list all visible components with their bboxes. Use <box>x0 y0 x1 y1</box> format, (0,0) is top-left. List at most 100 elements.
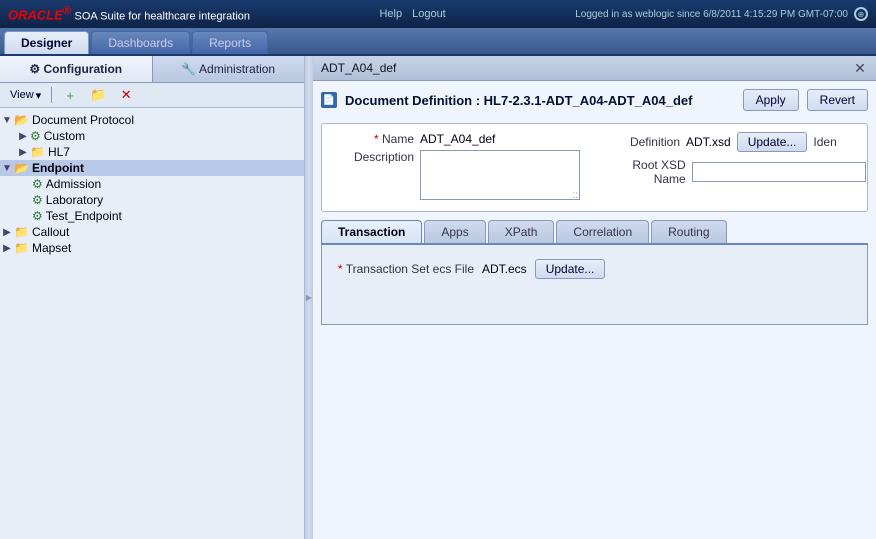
tree-label-endpoint: Endpoint <box>32 161 84 175</box>
folder-button[interactable]: 📁 <box>86 86 110 104</box>
left-splitter[interactable] <box>305 56 313 539</box>
expander-hl7[interactable]: ▶ <box>16 145 30 159</box>
folder-icon-hl7: 📁 <box>30 145 45 159</box>
config-icon: ⚙ <box>29 62 40 76</box>
view-label: View <box>10 89 34 101</box>
definition-row: Definition ADT.xsd Update... Iden <box>600 132 866 152</box>
doc-panel-title: ADT_A04_def <box>321 61 396 75</box>
admin-icon: 🔧 <box>181 62 196 76</box>
def-icon: 📄 <box>321 92 337 108</box>
topbar-right: Logged in as weblogic since 6/8/2011 4:1… <box>575 7 868 21</box>
root-xsd-row: Root XSD Name <box>600 158 866 186</box>
expander-callout[interactable]: ▶ <box>0 225 14 239</box>
tree-item-test-endpoint[interactable]: ⚙ Test_Endpoint <box>0 208 304 224</box>
tab-routing[interactable]: Routing <box>651 220 726 243</box>
toolbar-separator-1 <box>51 87 52 103</box>
right-panel: ADT_A04_def ✕ 📄 Document Definition : HL… <box>313 56 876 539</box>
transaction-set-value: ADT.ecs <box>482 262 527 276</box>
tree-label-hl7: HL7 <box>48 145 70 159</box>
description-label: Description <box>334 150 414 164</box>
tree-label-admission: Admission <box>46 177 101 191</box>
add-icon: + <box>62 87 78 103</box>
help-link[interactable]: Help <box>379 8 402 20</box>
name-label: Name <box>334 132 414 146</box>
tree-item-mapset[interactable]: ▶ 📁 Mapset <box>0 240 304 256</box>
tree-label-doc-protocol: Document Protocol <box>32 113 134 127</box>
gear-icon-laboratory: ⚙ <box>32 193 43 207</box>
close-button[interactable]: ✕ <box>852 60 868 76</box>
tree-label-laboratory: Laboratory <box>46 193 103 207</box>
def-header: 📄 Document Definition : HL7-2.3.1-ADT_A0… <box>321 89 868 111</box>
transaction-update-button[interactable]: Update... <box>535 259 606 279</box>
left-form-col: Name ADT_A04_def Description :: <box>334 132 580 203</box>
folder-icon-mapset: 📁 <box>14 241 29 255</box>
tab-reports[interactable]: Reports <box>192 31 268 54</box>
def-title: Document Definition : HL7-2.3.1-ADT_A04-… <box>345 93 735 108</box>
delete-button[interactable]: ✕ <box>114 86 138 104</box>
view-chevron-icon: ▾ <box>36 89 42 102</box>
tree-toolbar: View ▾ + 📁 ✕ <box>0 83 304 108</box>
main-area: ⚙ Configuration 🔧 Administration View ▾ … <box>0 56 876 539</box>
transaction-set-label: Transaction Set ecs File <box>334 262 474 276</box>
tab-content-area: Transaction Set ecs File ADT.ecs Update.… <box>321 245 868 325</box>
globe-icon: ⊕ <box>854 7 868 21</box>
tree-item-hl7[interactable]: ▶ 📁 HL7 <box>0 144 304 160</box>
gear-icon-test-endpoint: ⚙ <box>32 209 43 223</box>
tree-label-test-endpoint: Test_Endpoint <box>46 209 122 223</box>
app-subtitle: SOA Suite for healthcare integration <box>75 11 251 23</box>
expander-custom[interactable]: ▶ <box>16 129 30 143</box>
definition-update-button[interactable]: Update... <box>737 132 808 152</box>
name-row: Name ADT_A04_def <box>334 132 580 146</box>
apply-button[interactable]: Apply <box>743 89 799 111</box>
view-dropdown[interactable]: View ▾ <box>6 88 45 103</box>
tab-dashboards[interactable]: Dashboards <box>91 31 190 54</box>
tree-item-callout[interactable]: ▶ 📁 Callout <box>0 224 304 240</box>
topbar: ORACLE® SOA Suite for healthcare integra… <box>0 0 876 28</box>
gear-icon-admission: ⚙ <box>32 177 43 191</box>
definition-value: ADT.xsd <box>686 135 731 149</box>
expander-mapset[interactable]: ▶ <box>0 241 14 255</box>
name-value: ADT_A04_def <box>420 132 495 146</box>
revert-button[interactable]: Revert <box>807 89 868 111</box>
tree-item-endpoint[interactable]: ▼ 📂 Endpoint <box>0 160 304 176</box>
topbar-links: Help Logout <box>379 8 445 20</box>
nav-tabs: Designer Dashboards Reports <box>0 28 876 56</box>
transaction-row: Transaction Set ecs File ADT.ecs Update.… <box>334 259 855 279</box>
expander-endpoint[interactable]: ▼ <box>0 161 14 175</box>
tab-xpath[interactable]: XPath <box>488 220 555 243</box>
tree-label-mapset: Mapset <box>32 241 71 255</box>
root-xsd-label: Root XSD Name <box>600 158 686 186</box>
tree-item-custom[interactable]: ▶ ⚙ Custom <box>0 128 304 144</box>
folder-icon-endpoint: 📂 <box>14 161 29 175</box>
form-section: Name ADT_A04_def Description :: <box>321 123 868 212</box>
tab-apps[interactable]: Apps <box>424 220 485 243</box>
logout-link[interactable]: Logout <box>412 8 446 20</box>
tab-correlation[interactable]: Correlation <box>556 220 649 243</box>
tab-designer[interactable]: Designer <box>4 31 89 54</box>
root-xsd-input[interactable] <box>692 162 866 182</box>
gear-icon-custom: ⚙ <box>30 129 41 143</box>
expander-doc-protocol[interactable]: ▼ <box>0 113 14 127</box>
subtab-configuration[interactable]: ⚙ Configuration <box>0 56 153 82</box>
tree-item-doc-protocol[interactable]: ▼ 📂 Document Protocol <box>0 112 304 128</box>
iden-label: Iden <box>813 135 836 149</box>
left-panel: ⚙ Configuration 🔧 Administration View ▾ … <box>0 56 305 539</box>
topbar-left: ORACLE® SOA Suite for healthcare integra… <box>8 5 250 22</box>
tree-label-callout: Callout <box>32 225 69 239</box>
doc-content: 📄 Document Definition : HL7-2.3.1-ADT_A0… <box>313 81 876 539</box>
definition-label: Definition <box>600 135 680 149</box>
content-tabs: Transaction Apps XPath Correlation Routi… <box>321 220 868 245</box>
description-textarea[interactable] <box>420 150 580 200</box>
tree-item-admission[interactable]: ⚙ Admission <box>0 176 304 192</box>
tab-transaction[interactable]: Transaction <box>321 220 422 243</box>
description-row: Description :: <box>334 150 580 203</box>
subtab-administration[interactable]: 🔧 Administration <box>153 56 305 82</box>
folder-icon: 📁 <box>90 87 106 103</box>
oracle-logo: ORACLE® SOA Suite for healthcare integra… <box>8 5 250 22</box>
right-form-col: Definition ADT.xsd Update... Iden Root X… <box>600 132 866 203</box>
session-info: Logged in as weblogic since 6/8/2011 4:1… <box>575 9 848 20</box>
folder-icon-callout: 📁 <box>14 225 29 239</box>
tree-item-laboratory[interactable]: ⚙ Laboratory <box>0 192 304 208</box>
doc-panel-header: ADT_A04_def ✕ <box>313 56 876 81</box>
add-button[interactable]: + <box>58 86 82 104</box>
